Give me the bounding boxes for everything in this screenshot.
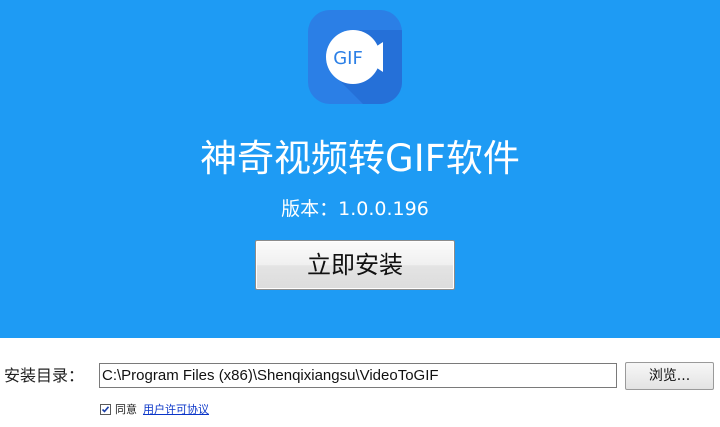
agree-label: 同意 xyxy=(115,403,137,416)
version-text: 版本：1.0.0.196 xyxy=(281,198,429,220)
app-title: 神奇视频转GIF软件 xyxy=(200,137,520,180)
app-logo: GIF xyxy=(308,10,402,104)
agree-checkbox[interactable] xyxy=(100,403,111,415)
license-agreement-link[interactable]: 用户许可协议 xyxy=(143,401,209,417)
checkmark-icon xyxy=(101,405,110,413)
install-now-button[interactable]: 立即安装 xyxy=(255,240,455,290)
video-gif-icon: GIF xyxy=(326,30,402,104)
agreement-row: 同意 用户许可协议 xyxy=(100,401,209,417)
hero-banner: GIF 神奇视频转GIF软件 版本：1.0.0.196 立即安装 xyxy=(0,0,720,338)
install-dir-label: 安装目录： xyxy=(4,366,85,385)
logo-text: GIF xyxy=(333,48,363,69)
installer-window: GIF 神奇视频转GIF软件 版本：1.0.0.196 立即安装 安装目录： 浏… xyxy=(0,0,720,427)
browse-button[interactable]: 浏览... xyxy=(625,362,714,390)
install-dir-input[interactable] xyxy=(99,363,617,388)
